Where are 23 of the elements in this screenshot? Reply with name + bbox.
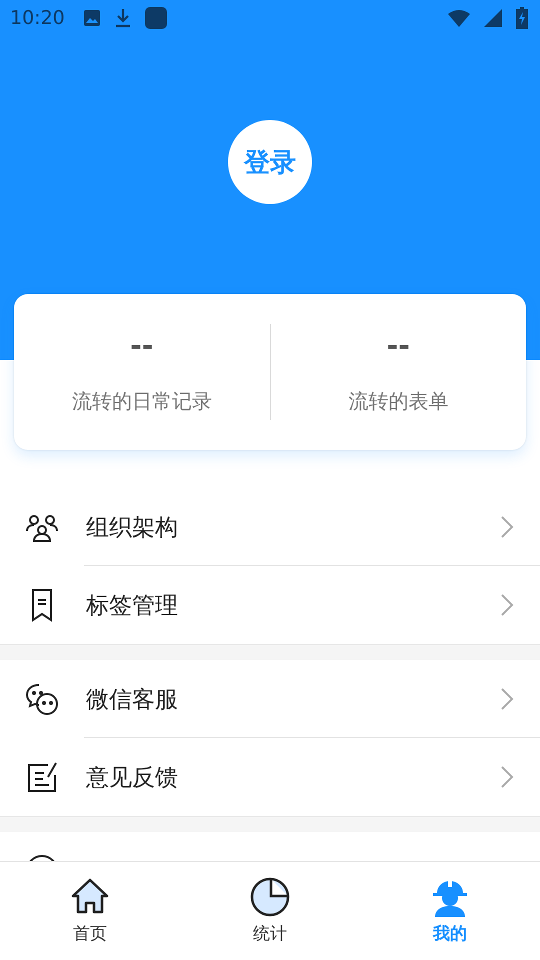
wifi-icon [448,9,470,27]
pie-chart-icon [249,876,291,918]
menu-item[interactable]: 意见反馈 [0,738,540,816]
chevron-right-icon [500,593,514,617]
stat-value: -- [130,329,154,362]
menu-item[interactable]: 微信客服 [0,660,540,738]
menu-item[interactable]: 组织架构 [0,488,540,566]
status-time: 10:20 [10,7,65,29]
battery-icon [516,7,528,29]
download-icon [114,8,131,28]
image-icon [82,9,101,27]
signal-icon [484,9,502,27]
menu-item[interactable]: 标签管理 [0,566,540,644]
chevron-right-icon [500,515,514,539]
tab[interactable]: 首页 [0,862,180,960]
chevron-right-icon [500,765,514,789]
stat-label: 流转的日常记录 [72,388,212,415]
tab[interactable]: 统计 [180,862,360,960]
stat-label: 流转的表单 [348,388,448,415]
stat-value: -- [386,329,410,362]
chevron-right-icon [500,687,514,711]
chat-icon [24,681,60,717]
app-icon [144,7,167,29]
